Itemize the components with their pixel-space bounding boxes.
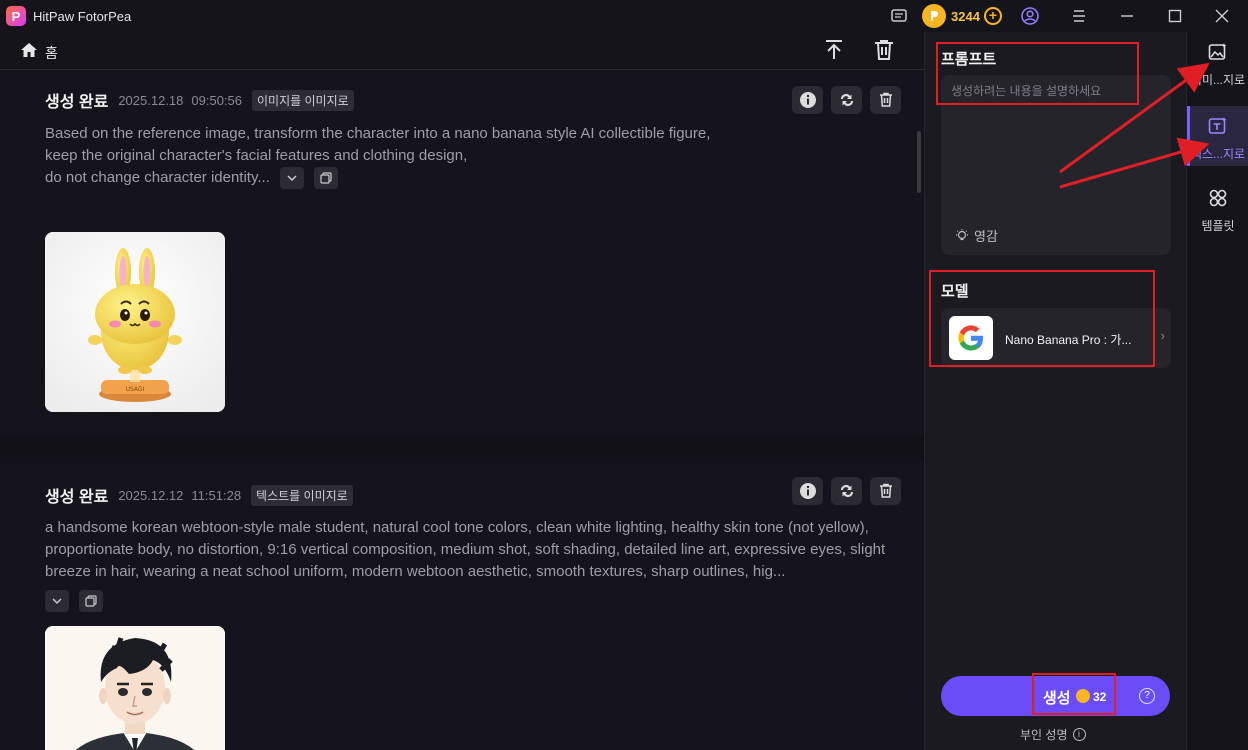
inspiration-label: 영감	[974, 229, 998, 244]
result-image-rabbit-figure[interactable]: USAGI	[45, 232, 225, 412]
card-header: 생성 완료 2025.12.12 11:51:28 텍스트를 이미지로	[45, 483, 353, 507]
generate-button[interactable]: 생성 32 ?	[941, 676, 1170, 716]
generate-cost: 32	[1093, 690, 1107, 704]
title-bar: P HitPaw FotorPea 3244 +	[0, 0, 1248, 32]
prompt-line-last: do not change character identity...	[45, 167, 905, 190]
disclaimer-link[interactable]: 부인 성명 i	[1020, 726, 1086, 743]
card-actions	[792, 86, 901, 114]
regenerate-button[interactable]	[831, 477, 862, 505]
history-list[interactable]: 생성 완료 2025.12.18 09:50:56 이미지를 이미지로 Base…	[0, 71, 924, 750]
account-icon[interactable]	[1018, 4, 1042, 28]
expand-button[interactable]	[45, 590, 69, 612]
nav-item-templates[interactable]: 템플릿	[1187, 178, 1248, 238]
expand-button[interactable]	[280, 167, 305, 190]
nav-label: 텍스...지로	[1190, 147, 1246, 161]
prompt-text: a handsome korean webtoon-style male stu…	[45, 519, 886, 580]
chevron-down-icon	[52, 598, 62, 605]
prompt-tools	[45, 590, 104, 612]
trash-icon	[879, 483, 892, 498]
refresh-icon	[840, 94, 853, 106]
mode-tag: 이미지를 이미지로	[252, 89, 354, 111]
delete-button[interactable]	[870, 477, 901, 505]
info-button[interactable]	[792, 477, 823, 505]
nav-item-image-to-image[interactable]: 이미...지로	[1187, 32, 1248, 92]
template-icon	[1208, 188, 1228, 213]
card-header: 생성 완료 2025.12.18 09:50:56 이미지를 이미지로	[45, 88, 354, 112]
card-actions	[792, 477, 901, 505]
info-icon	[799, 483, 816, 499]
info-button[interactable]	[792, 86, 823, 114]
home-icon[interactable]	[20, 42, 38, 63]
generate-label: 생성	[1043, 690, 1071, 707]
feedback-icon[interactable]	[887, 4, 911, 28]
delete-button[interactable]	[870, 86, 901, 114]
regenerate-button[interactable]	[831, 86, 862, 114]
status-label: 생성 완료	[45, 94, 109, 111]
chevron-down-icon	[287, 175, 297, 182]
menu-icon[interactable]	[1067, 4, 1091, 28]
copy-icon	[320, 172, 332, 184]
time-label: 11:51:28	[191, 487, 242, 503]
status-label: 생성 완료	[45, 489, 109, 506]
credits-count: 3244	[951, 8, 980, 24]
date-label: 2025.12.12	[118, 487, 184, 503]
time-label: 09:50:56	[191, 92, 243, 108]
inspiration-button[interactable]: 영감	[955, 226, 998, 245]
history-card: 생성 완료 2025.12.12 11:51:28 텍스트를 이미지로 a ha…	[0, 459, 924, 750]
result-image-webtoon-student[interactable]	[45, 626, 225, 750]
prompt-line: do not change character identity...	[45, 169, 270, 186]
prompt-placeholder: 생성하려는 내용을 설명하세요	[951, 84, 1102, 98]
info-icon: i	[1072, 728, 1086, 741]
prompt-input[interactable]: 생성하려는 내용을 설명하세요 영감	[941, 75, 1171, 255]
date-label: 2025.12.18	[118, 92, 184, 108]
mode-tag: 텍스트를 이미지로	[251, 484, 353, 506]
prompt-line: Based on the reference image, transform …	[45, 125, 711, 142]
scroll-top-icon[interactable]	[822, 38, 846, 62]
text-to-image-icon	[1208, 116, 1228, 141]
image-to-image-icon	[1208, 42, 1228, 67]
generation-panel: 프롬프트 생성하려는 내용을 설명하세요 영감 모델 Nano Banana P…	[924, 32, 1186, 750]
disclaimer-label: 부인 성명	[1020, 728, 1068, 742]
history-card: 생성 완료 2025.12.18 09:50:56 이미지를 이미지로 Base…	[0, 71, 924, 436]
nav-label: 이미...지로	[1190, 73, 1246, 87]
chevron-right-icon: ›	[1160, 328, 1165, 343]
app-window: P HitPaw FotorPea 3244 + 홈 생성 완료 2025.12…	[0, 0, 1248, 750]
trash-icon	[879, 92, 892, 107]
coin-icon	[1076, 689, 1090, 703]
lightbulb-icon	[956, 228, 968, 240]
model-name: Nano Banana Pro : 가...	[1005, 333, 1132, 347]
copy-button[interactable]	[79, 590, 104, 612]
app-logo-icon: P	[6, 6, 26, 26]
help-icon[interactable]: ?	[1139, 688, 1155, 704]
prompt-section-title: 프롬프트	[941, 51, 997, 68]
maximize-icon[interactable]	[1163, 4, 1187, 28]
coin-icon	[922, 4, 946, 28]
figure-base-label: USAGI	[126, 386, 145, 393]
google-logo-icon	[949, 316, 993, 360]
nav-item-text-to-image[interactable]: 텍스...지로	[1187, 106, 1248, 166]
copy-icon	[85, 595, 98, 607]
breadcrumb: 홈	[0, 32, 924, 70]
credits-pill[interactable]: 3244 +	[922, 3, 1006, 29]
model-selector[interactable]: Nano Banana Pro : 가... ›	[941, 308, 1171, 368]
prompt-line: keep the original character's facial fea…	[45, 147, 468, 164]
app-title: HitPaw FotorPea	[33, 9, 132, 24]
copy-button[interactable]	[314, 167, 339, 190]
model-section-title: 모델	[941, 283, 969, 300]
close-icon[interactable]	[1210, 4, 1234, 28]
scrollbar[interactable]	[917, 131, 921, 193]
refresh-icon	[840, 485, 853, 497]
side-nav: 이미...지로 텍스...지로 템플릿	[1186, 32, 1248, 750]
info-icon	[799, 92, 816, 108]
add-credits-icon[interactable]: +	[983, 7, 1002, 25]
home-link[interactable]: 홈	[45, 43, 58, 63]
delete-all-icon[interactable]	[872, 38, 896, 62]
minimize-icon[interactable]	[1115, 4, 1139, 28]
prompt-text: Based on the reference image, transform …	[45, 123, 905, 190]
nav-label: 템플릿	[1201, 219, 1235, 233]
